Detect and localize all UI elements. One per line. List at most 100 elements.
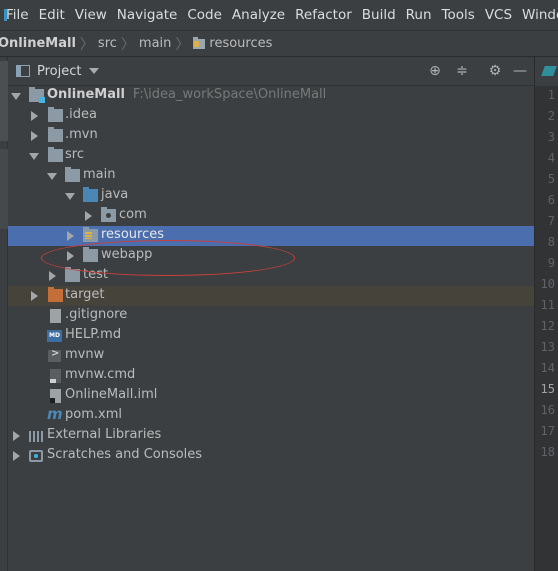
left-tool-stripe <box>0 57 8 571</box>
project-panel-header: Project ⊕ ≑ ⚙ — <box>8 57 534 86</box>
tree-label: OnlineMall F:\idea_workSpace\OnlineMall <box>47 87 327 102</box>
annotation-ellipse <box>41 240 295 276</box>
tree-row-mvn[interactable]: .mvn <box>8 126 534 146</box>
source-folder-icon <box>83 187 98 202</box>
library-icon <box>29 431 44 442</box>
expand-arrow-icon[interactable] <box>29 111 39 121</box>
folder-icon <box>48 147 63 162</box>
line-number: 10 <box>540 277 555 291</box>
breadcrumb-src[interactable]: src <box>98 36 117 51</box>
menu-window[interactable]: Window <box>518 7 558 23</box>
expand-arrow-icon[interactable] <box>47 271 57 281</box>
menu-build[interactable]: Build <box>358 7 400 23</box>
resources-folder-icon <box>83 227 98 242</box>
menu-analyze[interactable]: Analyze <box>228 7 289 23</box>
menu-tools[interactable]: Tools <box>438 7 479 23</box>
menu-view[interactable]: View <box>71 7 111 23</box>
tree-label: main <box>83 167 116 182</box>
structure-tool-tab[interactable] <box>0 149 8 229</box>
collapse-all-icon[interactable]: ≑ <box>454 63 470 79</box>
breadcrumb: OnlineMall 〉 src 〉 main 〉 resources <box>0 30 558 57</box>
line-number: 5 <box>547 172 555 186</box>
folder-icon <box>65 267 80 282</box>
tree-row-pom-xml[interactable]: m pom.xml <box>8 405 534 426</box>
menu-refactor[interactable]: Refactor <box>291 7 356 23</box>
expand-arrow-icon[interactable] <box>11 91 21 101</box>
chevron-right-icon: 〉 <box>120 36 135 53</box>
tree-row-help-md[interactable]: MD HELP.md <box>8 326 534 346</box>
tree-label: .idea <box>65 107 97 122</box>
expand-arrow-icon[interactable] <box>65 231 75 241</box>
editor-gutter: 1 2 3 4 5 6 7 8 9 10 11 12 13 14 15 16 1… <box>534 57 558 571</box>
line-number: 12 <box>540 319 555 333</box>
expand-arrow-icon[interactable] <box>29 291 39 301</box>
tree-label: mvnw <box>65 347 105 362</box>
cmd-file-icon <box>50 369 61 383</box>
tree-label: target <box>65 287 105 302</box>
line-number: 1 <box>547 88 555 102</box>
breadcrumb-resources[interactable]: resources <box>209 36 272 51</box>
line-number: 3 <box>547 130 555 144</box>
expand-arrow-icon[interactable] <box>65 191 75 201</box>
tree-row-external-libraries[interactable]: External Libraries <box>8 426 534 446</box>
shell-script-icon <box>48 348 61 362</box>
menu-code[interactable]: Code <box>183 7 226 23</box>
expand-arrow-icon[interactable] <box>83 211 93 221</box>
tree-label: pom.xml <box>65 407 122 422</box>
locate-target-icon[interactable]: ⊕ <box>427 63 443 79</box>
tree-row-com[interactable]: com <box>8 206 534 226</box>
maven-icon: m <box>47 405 63 423</box>
excluded-folder-icon <box>48 287 63 302</box>
tree-label: HELP.md <box>65 327 122 342</box>
project-tool-tab[interactable] <box>0 61 8 141</box>
tree-row-idea[interactable]: .idea <box>8 106 534 126</box>
tree-row-resources[interactable]: resources <box>8 226 534 246</box>
line-number: 6 <box>547 193 555 207</box>
gear-icon[interactable]: ⚙ <box>487 63 503 79</box>
expand-arrow-icon[interactable] <box>29 151 39 161</box>
line-number: 16 <box>540 403 555 417</box>
hide-minimize-icon[interactable]: — <box>512 63 528 79</box>
tree-row-mvnw[interactable]: mvnw <box>8 346 534 366</box>
menu-navigate[interactable]: Navigate <box>113 7 182 23</box>
tree-label: java <box>101 187 129 202</box>
tree-label: External Libraries <box>47 427 162 442</box>
editor-tab-icon[interactable] <box>535 57 558 86</box>
expand-arrow-icon[interactable] <box>11 451 21 461</box>
resources-folder-icon <box>193 36 206 49</box>
tree-label: mvnw.cmd <box>65 367 136 382</box>
tree-label: Scratches and Consoles <box>47 447 203 462</box>
breadcrumb-project[interactable]: OnlineMall <box>0 36 76 51</box>
expand-arrow-icon[interactable] <box>47 171 57 181</box>
tree-row-java[interactable]: java <box>8 186 534 206</box>
project-window-icon <box>16 65 30 77</box>
menu-vcs[interactable]: VCS <box>481 7 516 23</box>
tree-row-main[interactable]: main <box>8 166 534 186</box>
tree-label: .gitignore <box>65 307 128 322</box>
line-number: 9 <box>547 256 555 270</box>
tree-row-src[interactable]: src <box>8 146 534 166</box>
project-view-title[interactable]: Project <box>37 64 81 79</box>
tree-row-mvnw-cmd[interactable]: mvnw.cmd <box>8 366 534 386</box>
menu-edit[interactable]: Edit <box>35 7 69 23</box>
project-path-hint: F:\idea_workSpace\OnlineMall <box>132 87 327 102</box>
menu-run[interactable]: Run <box>402 7 436 23</box>
menu-bar: File Edit View Navigate Code Analyze Ref… <box>0 0 558 30</box>
tree-row-onlinemall-iml[interactable]: OnlineMall.iml <box>8 386 534 406</box>
line-number: 4 <box>547 151 555 165</box>
chevron-right-icon: 〉 <box>175 36 190 53</box>
expand-arrow-icon[interactable] <box>11 431 21 441</box>
tree-row-scratches[interactable]: Scratches and Consoles <box>8 446 534 466</box>
expand-arrow-icon[interactable] <box>29 131 39 141</box>
breadcrumb-main[interactable]: main <box>139 36 171 51</box>
iml-file-icon <box>50 389 61 403</box>
tree-label: .mvn <box>65 127 98 142</box>
markdown-file-icon: MD <box>47 330 62 342</box>
tree-row-target[interactable]: target <box>8 286 534 306</box>
tree-row-onlinemall[interactable]: OnlineMall F:\idea_workSpace\OnlineMall <box>8 86 534 106</box>
line-number: 18 <box>540 445 555 459</box>
tree-row-gitignore[interactable]: .gitignore <box>8 306 534 326</box>
folder-icon <box>48 127 63 142</box>
line-number: 11 <box>540 298 555 312</box>
chevron-down-icon[interactable] <box>89 68 100 74</box>
